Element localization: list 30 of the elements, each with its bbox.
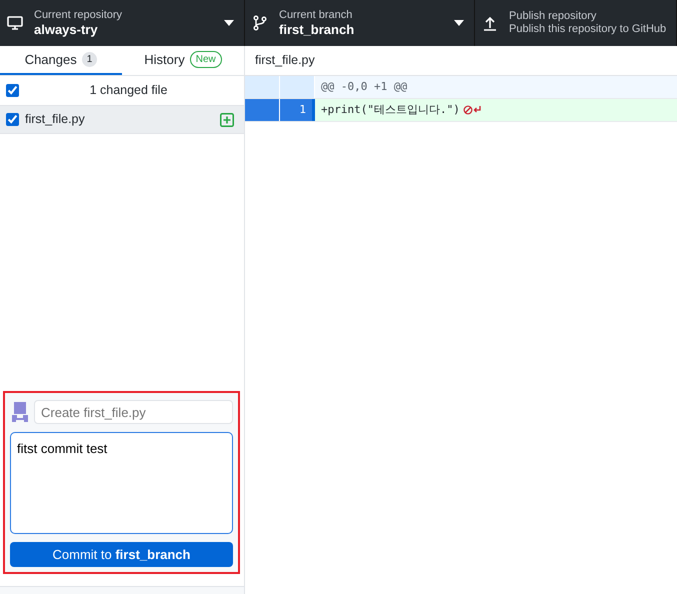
hunk-header: @@ -0,0 +1 @@ xyxy=(321,78,408,95)
toolbar-button[interactable]: Publish repository Publish this repository to GitHub xyxy=(475,0,677,46)
toolbar-label: Publish repository xyxy=(509,10,598,23)
toolbar-label: Current branch xyxy=(279,8,354,22)
gutter-cell xyxy=(280,76,315,98)
description-field[interactable]: fitst commit test xyxy=(10,432,233,534)
avatar-icon xyxy=(10,400,30,424)
toolbar-label: Current repository xyxy=(34,8,124,22)
toolbar-value: always-try xyxy=(34,22,99,38)
added-icon xyxy=(220,112,234,126)
file-checkbox[interactable] xyxy=(6,113,19,126)
toolbar-value: first_branch xyxy=(279,22,356,38)
caret-icon xyxy=(454,20,464,26)
file-row[interactable]: first_file.py xyxy=(0,106,244,134)
summary-field[interactable]: Create first_file.py xyxy=(34,400,233,424)
upload-icon xyxy=(481,14,499,32)
toolbar-button[interactable]: Current branch first_branch xyxy=(245,0,475,46)
toolbar-value: Publish this repository to GitHub xyxy=(509,23,666,36)
commit-button[interactable]: Commit to first_branch xyxy=(10,542,233,567)
diff-file-name: first_file.py xyxy=(255,52,315,70)
computer-icon xyxy=(6,14,24,32)
line-number[interactable]: 1 xyxy=(280,99,315,121)
caret-icon xyxy=(224,20,234,26)
count-badge: 1 xyxy=(82,52,98,67)
changed-files-count: 1 changed file xyxy=(88,82,168,100)
new-badge: New xyxy=(190,51,222,68)
code-line: +print("테스트입니다.") xyxy=(321,102,460,118)
branch-icon xyxy=(251,14,269,32)
select-all-checkbox[interactable] xyxy=(6,84,19,97)
file-name: first_file.py xyxy=(25,111,86,128)
